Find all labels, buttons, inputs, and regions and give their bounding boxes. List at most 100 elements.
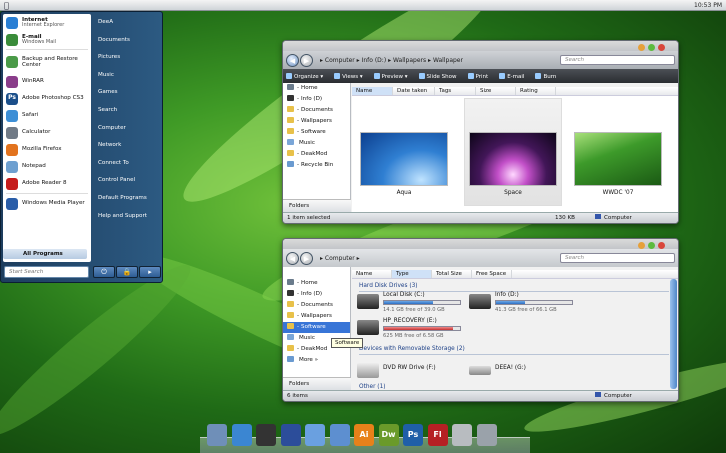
column-header[interactable]: Name xyxy=(352,270,392,278)
toolbar-button[interactable]: Print xyxy=(467,72,488,80)
start-recent-item[interactable]: Windows Media Player xyxy=(3,195,91,212)
drive-item[interactable]: Info (D:) 41.3 GB free of 66.1 GB xyxy=(469,292,579,316)
lock-button[interactable]: 🔒 xyxy=(116,266,138,278)
start-pinned-item[interactable]: E-mail Windows Mail xyxy=(3,31,91,48)
start-place-default-programs[interactable]: Default Programs xyxy=(92,190,162,208)
nav-item[interactable]: - Software xyxy=(283,322,350,333)
start-place-network[interactable]: Network xyxy=(92,137,162,155)
breadcrumb[interactable]: ▸ Computer ▸ Info (D:) ▸ Wallpapers ▸ Wa… xyxy=(320,57,560,64)
nav-item[interactable]: - DeakMod xyxy=(283,149,350,160)
start-place-help-and-support[interactable]: Help and Support xyxy=(92,208,162,226)
finder-icon[interactable] xyxy=(207,424,227,446)
thumbnail-wwdc07[interactable] xyxy=(574,132,662,186)
dreamweaver-icon[interactable]: Dw xyxy=(378,424,399,446)
start-recent-item[interactable]: Adobe Reader 8 xyxy=(3,175,91,192)
start-place-pictures[interactable]: Pictures xyxy=(92,49,162,67)
film-icon[interactable] xyxy=(256,424,276,446)
back-button[interactable]: ◀ xyxy=(286,251,299,265)
search-input[interactable]: Search xyxy=(560,55,675,65)
photoshop-dock-icon[interactable]: Ps xyxy=(403,424,423,446)
back-button[interactable]: ◀ xyxy=(286,53,299,67)
nav-item[interactable]: Music xyxy=(283,138,350,149)
start-recent-item[interactable]: Mozilla Firefox xyxy=(3,141,91,158)
nav-item[interactable]: - Documents xyxy=(283,105,350,116)
maximize-button[interactable] xyxy=(648,242,655,249)
toolbar-button[interactable]: Preview ▾ xyxy=(373,72,408,80)
start-recent-item[interactable]: Safari xyxy=(3,107,91,124)
column-header[interactable]: Total Size xyxy=(432,270,472,278)
nav-item[interactable]: - Documents xyxy=(283,300,350,311)
start-recent-item[interactable]: Ps Adobe Photoshop CS3 xyxy=(3,90,91,107)
shutdown-options-button[interactable]: ▸ xyxy=(139,266,161,278)
nav-item[interactable]: - Software xyxy=(283,127,350,138)
start-recent-item[interactable]: WinRAR xyxy=(3,73,91,90)
all-programs-button[interactable]: All Programs xyxy=(3,249,87,259)
app-store-icon[interactable] xyxy=(329,424,350,446)
start-place-deea[interactable]: DeeA xyxy=(92,14,162,32)
folders-toggle[interactable]: Folders xyxy=(283,199,351,212)
column-header[interactable]: Free Space xyxy=(472,270,512,278)
column-header[interactable]: Name xyxy=(352,87,393,95)
nav-item[interactable]: - Info (D) xyxy=(283,289,350,300)
breadcrumb[interactable]: ▸ Computer ▸ xyxy=(320,255,560,262)
itunes-icon[interactable] xyxy=(305,424,325,446)
start-recent-item[interactable]: Backup and Restore Center xyxy=(3,51,91,73)
column-header[interactable]: Size xyxy=(476,87,516,95)
close-button[interactable] xyxy=(658,44,665,51)
start-place-search[interactable]: Search xyxy=(92,102,162,120)
start-recent-item[interactable]: Calculator xyxy=(3,124,91,141)
start-search-input[interactable]: Start Search xyxy=(4,266,89,278)
safari-dock-icon[interactable] xyxy=(231,424,252,446)
power-button[interactable]: ⏻ xyxy=(93,266,115,278)
nav-item[interactable]: - Wallpapers xyxy=(283,116,350,127)
start-place-control-panel[interactable]: Control Panel xyxy=(92,172,162,190)
drive-dvd[interactable]: DVD RW Drive (F:) xyxy=(357,361,457,381)
nav-item[interactable]: - Recycle Bin xyxy=(283,160,350,171)
toolbar-button[interactable]: Slide Show xyxy=(418,72,457,80)
toolbar-button[interactable]: E-mail xyxy=(499,72,524,80)
nav-item[interactable]: - Home xyxy=(283,278,350,289)
nav-item[interactable]: More » xyxy=(283,355,350,366)
start-recent-item[interactable]: Notepad xyxy=(3,158,91,175)
group-hard-disk-drives[interactable]: Hard Disk Drives (3) xyxy=(359,283,669,292)
nav-item[interactable]: - Wallpapers xyxy=(283,311,350,322)
column-header[interactable]: Date taken xyxy=(393,87,435,95)
vertical-scrollbar[interactable] xyxy=(670,279,677,389)
trash-icon[interactable] xyxy=(476,424,497,446)
forward-button[interactable]: ▶ xyxy=(300,53,313,67)
column-header[interactable]: Type xyxy=(392,270,432,278)
column-header[interactable]: Rating xyxy=(516,87,556,95)
start-place-computer[interactable]: Computer xyxy=(92,120,162,138)
minimize-button[interactable] xyxy=(638,242,645,249)
drive-usb[interactable]: DEEA! (G:) xyxy=(469,361,569,381)
group-removable-storage[interactable]: Devices with Removable Storage (2) xyxy=(359,346,669,355)
close-button[interactable] xyxy=(658,242,665,249)
calculator-icon xyxy=(6,126,18,139)
start-place-games[interactable]: Games xyxy=(92,84,162,102)
toolbar-button[interactable]: Burn xyxy=(535,72,556,80)
nav-item[interactable]: - Info (D) xyxy=(283,94,350,105)
start-pinned-item[interactable]: Internet Internet Explorer xyxy=(3,14,91,31)
minimize-button[interactable] xyxy=(638,44,645,51)
thumbnail-aqua[interactable] xyxy=(360,132,448,186)
apple-icon[interactable]:  xyxy=(4,1,16,10)
flash-icon[interactable]: Fl xyxy=(427,424,448,446)
blank-app-icon[interactable] xyxy=(452,424,472,446)
start-place-connect-to[interactable]: Connect To xyxy=(92,155,162,173)
start-place-music[interactable]: Music xyxy=(92,67,162,85)
start-place-documents[interactable]: Documents xyxy=(92,32,162,50)
drive-item[interactable]: HP_RECOVERY (E:) 625 MB free of 6.58 GB xyxy=(357,318,467,342)
nav-item[interactable]: - Home xyxy=(283,83,350,94)
folders-toggle[interactable]: Folders xyxy=(283,377,351,390)
search-input[interactable]: Search xyxy=(560,253,675,263)
pen-tool-icon[interactable] xyxy=(280,424,301,446)
menubar-clock[interactable]: 10:53 PM xyxy=(694,2,722,9)
toolbar-button[interactable]: Views ▾ xyxy=(334,72,363,80)
column-header[interactable]: Tags xyxy=(435,87,476,95)
forward-button[interactable]: ▶ xyxy=(300,251,313,265)
maximize-button[interactable] xyxy=(648,44,655,51)
thumbnail-space[interactable] xyxy=(469,132,557,186)
toolbar-button[interactable]: Organize ▾ xyxy=(286,72,323,80)
illustrator-icon[interactable]: Ai xyxy=(354,424,374,446)
drive-item[interactable]: Local Disk (C:) 14.1 GB free of 39.0 GB xyxy=(357,292,467,316)
